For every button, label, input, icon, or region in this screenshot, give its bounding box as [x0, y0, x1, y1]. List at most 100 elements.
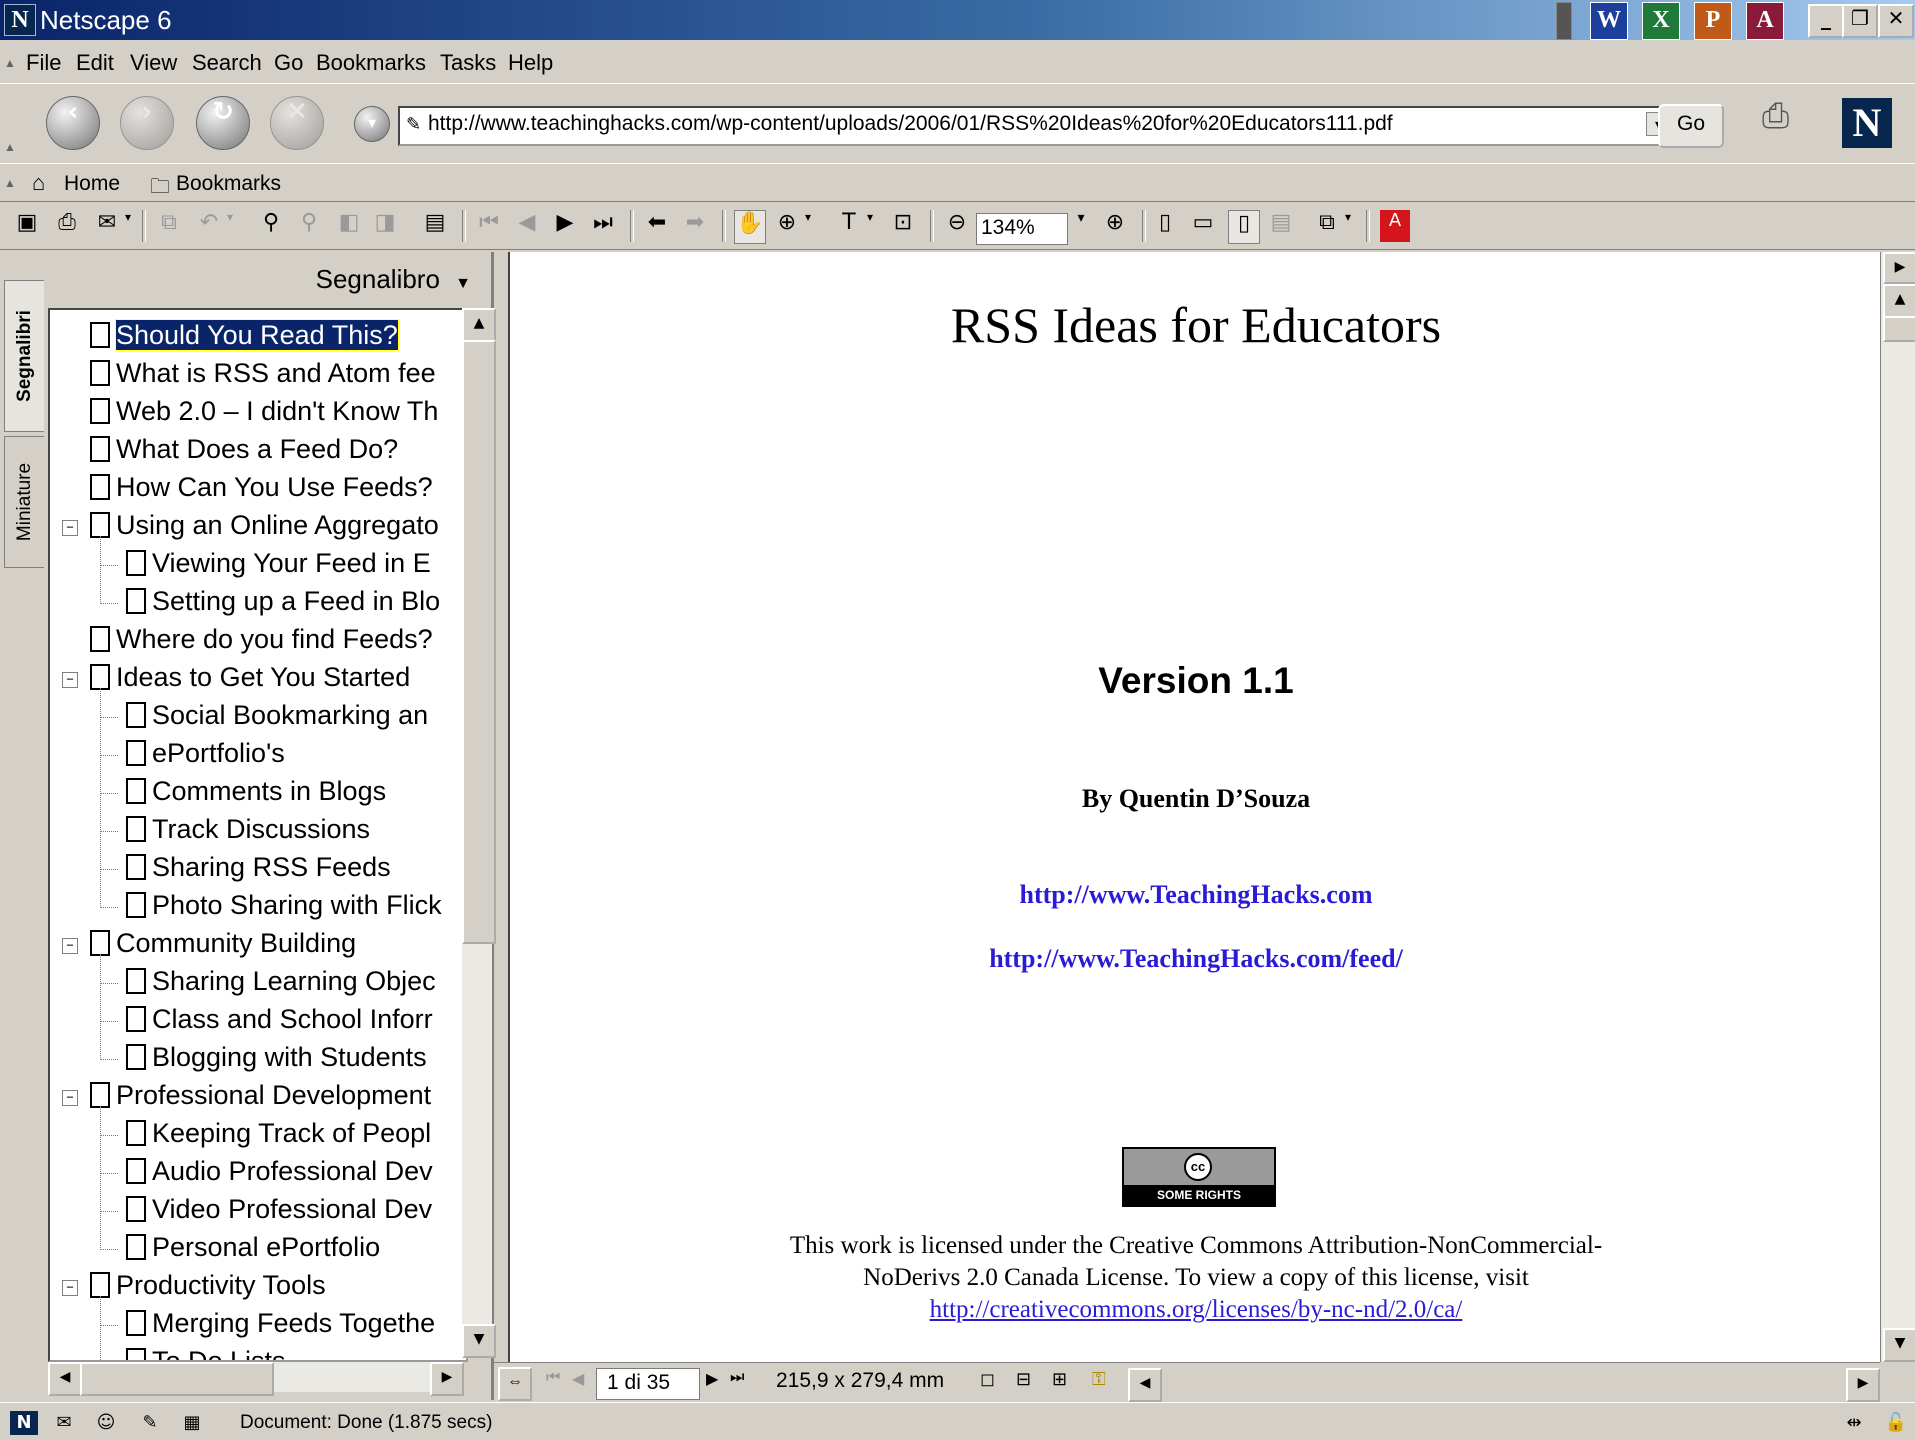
menu-edit[interactable]: Edit [76, 50, 114, 76]
address-book-icon[interactable]: ▦ [178, 1411, 206, 1435]
bookmark-item[interactable]: Video Professional Dev [126, 1192, 462, 1228]
bookmark-item[interactable]: Sharing Learning Objec [126, 964, 462, 1000]
collapse-toggle-icon[interactable]: − [62, 938, 78, 954]
security-lock-icon[interactable]: 🔓 [1882, 1411, 1910, 1435]
personalbar-grip-icon[interactable]: ▲ [4, 176, 16, 190]
fit-page-icon[interactable]: ▭ [1188, 210, 1218, 242]
go-back-icon[interactable]: ⬅ [642, 210, 672, 242]
close-button[interactable]: ✕ [1878, 4, 1914, 38]
snapshot-icon[interactable]: ⊡ [888, 210, 918, 242]
menu-view[interactable]: View [130, 50, 177, 76]
scroll-up-button[interactable]: ▲ [462, 308, 496, 342]
bookmark-item[interactable]: Audio Professional Dev [126, 1154, 462, 1190]
fit-width-icon[interactable]: ▯ [1228, 210, 1260, 244]
scroll-down-button[interactable]: ▼ [462, 1324, 496, 1358]
email-dropdown-icon[interactable]: ▾ [120, 210, 136, 242]
bookmark-item[interactable]: Community Building [90, 926, 462, 962]
scroll-down-button[interactable]: ▼ [1883, 1328, 1915, 1362]
tab-bookmarks[interactable]: Segnalibri [4, 280, 45, 432]
menu-help[interactable]: Help [508, 50, 553, 76]
collapse-toggle-icon[interactable]: − [62, 1090, 78, 1106]
powerpoint-icon[interactable]: P [1694, 2, 1732, 40]
zoom-field[interactable]: 134% [976, 213, 1068, 245]
netscape-icon[interactable]: N [10, 1411, 38, 1435]
collapse-toggle-icon[interactable]: − [62, 672, 78, 688]
netscape-app-icon[interactable]: N [4, 4, 36, 36]
zoom-in-icon[interactable]: ⊕ [1100, 210, 1130, 242]
bookmark-item[interactable]: Viewing Your Feed in E [126, 546, 462, 582]
bookmark-item[interactable]: Setting up a Feed in Blo [126, 584, 462, 620]
creative-commons-badge[interactable]: cc SOME RIGHTS RESERVED [1122, 1147, 1276, 1222]
rotate-dropdown-icon[interactable]: ▾ [1340, 210, 1356, 242]
acrobat-icon[interactable]: A [1746, 2, 1784, 40]
single-page-icon[interactable]: ◻ [980, 1369, 995, 1390]
document-vertical-scrollbar[interactable]: ▶ ▲ ▼ [1880, 252, 1915, 1362]
navbar-grip-icon[interactable]: ▲ [4, 140, 16, 154]
home-button[interactable]: Home [64, 172, 120, 196]
menu-file[interactable]: File [26, 50, 61, 76]
find-icon[interactable]: ⚲ [256, 210, 286, 242]
bookmark-item[interactable]: How Can You Use Feeds? [90, 470, 462, 506]
bookmark-item[interactable]: Blogging with Students [126, 1040, 462, 1076]
teachinghacks-link[interactable]: http://www.TeachingHacks.com [510, 880, 1882, 910]
fit-visible-icon[interactable]: ▤ [1266, 210, 1296, 242]
next-page-icon[interactable]: ▶ [550, 210, 580, 242]
restore-button[interactable]: ❐ [1842, 4, 1878, 38]
undo-icon[interactable]: ↶ [194, 210, 224, 242]
menu-go[interactable]: Go [274, 50, 303, 76]
scroll-left-button[interactable]: ◀ [48, 1362, 82, 1396]
navigation-pane-icon[interactable]: ▤ [420, 210, 450, 242]
collapse-toggle-icon[interactable]: − [62, 520, 78, 536]
hand-tool-icon[interactable]: ✋ [734, 210, 766, 244]
page-number-field[interactable]: 1 di 35 [596, 1368, 700, 1400]
text-select-dropdown-icon[interactable]: ▾ [862, 210, 878, 242]
license-link[interactable]: http://creativecommons.org/licenses/by-n… [510, 1296, 1882, 1324]
undo-dropdown-icon[interactable]: ▾ [222, 210, 238, 242]
pdf-document-page[interactable]: RSS Ideas for Educators Version 1.1 By Q… [508, 252, 1880, 1362]
bookmarks-button[interactable]: Bookmarks [176, 172, 281, 196]
bookmark-item[interactable]: Keeping Track of Peopl [126, 1116, 462, 1152]
bookmark-item[interactable]: Productivity Tools [90, 1268, 462, 1304]
bookmark-item[interactable]: Merging Feeds Togethe [126, 1306, 462, 1342]
bookmarks-vertical-scrollbar[interactable]: ▲ ▼ [462, 308, 496, 1358]
menu-tasks[interactable]: Tasks [440, 50, 496, 76]
word-icon[interactable]: W [1590, 2, 1628, 40]
instant-messenger-icon[interactable]: ☺ [92, 1411, 120, 1435]
print-icon[interactable]: ⎙ [1762, 96, 1822, 146]
menu-bookmarks[interactable]: Bookmarks [316, 50, 426, 76]
scroll-thumb[interactable] [1883, 316, 1915, 342]
zoom-tool-icon[interactable]: ⊕ [772, 210, 802, 242]
copy-icon[interactable]: ⧉ [154, 210, 184, 242]
bookmark-item[interactable]: Track Discussions [126, 812, 462, 848]
bookmark-item[interactable]: Class and School Inforr [126, 1002, 462, 1038]
split-view-icon[interactable]: ⇔ [498, 1367, 532, 1401]
tab-thumbnails[interactable]: Miniature [4, 436, 45, 568]
bookmark-item[interactable]: To Do Lists [126, 1344, 462, 1360]
collapse-toggle-icon[interactable]: − [62, 1280, 78, 1296]
scroll-thumb-horizontal[interactable] [80, 1362, 274, 1396]
previous-page-icon[interactable]: ◀ [512, 210, 542, 242]
teachinghacks-feed-link[interactable]: http://www.TeachingHacks.com/feed/ [510, 944, 1882, 974]
print-icon[interactable]: ⎙ [52, 210, 82, 242]
scroll-up-button[interactable]: ▲ [1883, 284, 1915, 318]
menu-search[interactable]: Search [192, 50, 262, 76]
online-status-icon[interactable]: ⇹ [1832, 1411, 1876, 1435]
scroll-right-button[interactable]: ▶ [1846, 1368, 1880, 1402]
go-forward-icon[interactable]: ➡ [680, 210, 710, 242]
bookmarks-options-menu[interactable]: Segnalibro ▼ [316, 264, 471, 295]
actual-size-icon[interactable]: ▯ [1150, 210, 1180, 242]
search-icon[interactable]: ⚲ [294, 210, 324, 242]
netscape-throbber-icon[interactable]: N [1842, 98, 1892, 148]
continuous-icon[interactable]: ⊟ [1016, 1369, 1031, 1390]
bookmark-item[interactable]: Professional Development [90, 1078, 462, 1114]
reload-button[interactable]: ↻ [196, 96, 250, 150]
back-button[interactable]: ‹ [46, 96, 100, 150]
stop-button[interactable]: ✕ [270, 96, 324, 150]
mail-icon[interactable]: ✉ [50, 1411, 78, 1435]
scroll-left-button[interactable]: ◀ [1128, 1368, 1162, 1402]
zoom-out-icon[interactable]: ⊖ [942, 210, 972, 242]
bookmark-item[interactable]: ePortfolio's [126, 736, 462, 772]
zoom-dropdown-icon[interactable]: ▾ [1066, 210, 1096, 242]
adobe-logo-icon[interactable]: A [1380, 210, 1410, 242]
previous-page-icon[interactable]: ◀ [572, 1369, 584, 1389]
